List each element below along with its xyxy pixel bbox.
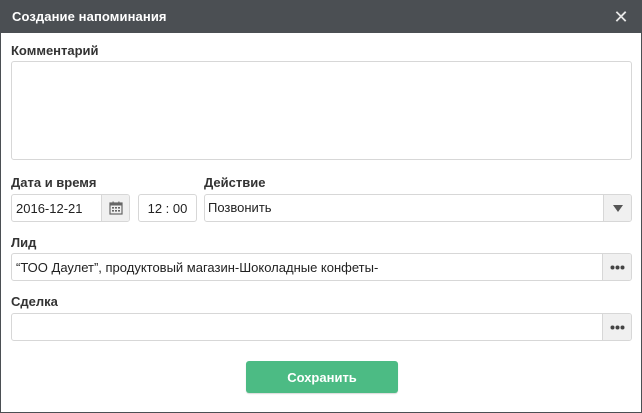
action-selected-value: Позвонить [208, 200, 272, 215]
deal-select-button[interactable] [602, 314, 631, 340]
triangle-down-icon [613, 205, 623, 212]
calendar-icon [109, 201, 123, 215]
action-dropdown-button[interactable] [603, 195, 631, 221]
deal-input[interactable] [16, 314, 601, 340]
action-label: Действие [204, 175, 266, 190]
time-field[interactable] [138, 194, 197, 222]
time-input[interactable] [139, 195, 196, 221]
ellipsis-icon [610, 325, 625, 330]
close-icon[interactable]: ✕ [611, 7, 631, 27]
lead-select-button[interactable] [602, 254, 631, 280]
dialog-titlebar: Создание напоминания ✕ [1, 1, 641, 33]
date-input[interactable] [16, 195, 104, 221]
comment-label: Комментарий [11, 43, 99, 58]
lead-field[interactable] [11, 253, 632, 281]
datetime-label: Дата и время [11, 175, 97, 190]
deal-label: Сделка [11, 294, 58, 309]
ellipsis-icon [610, 265, 625, 270]
calendar-button[interactable] [101, 195, 129, 221]
action-select[interactable]: Позвонить [204, 194, 632, 222]
save-button[interactable]: Сохранить [246, 361, 398, 393]
lead-label: Лид [11, 235, 37, 250]
lead-input[interactable] [16, 254, 601, 280]
deal-field[interactable] [11, 313, 632, 341]
reminder-dialog: Создание напоминания ✕ Комментарий Дата … [0, 0, 642, 413]
comment-textarea[interactable] [11, 61, 632, 160]
dialog-title: Создание напоминания [12, 9, 167, 24]
date-field[interactable] [11, 194, 130, 222]
